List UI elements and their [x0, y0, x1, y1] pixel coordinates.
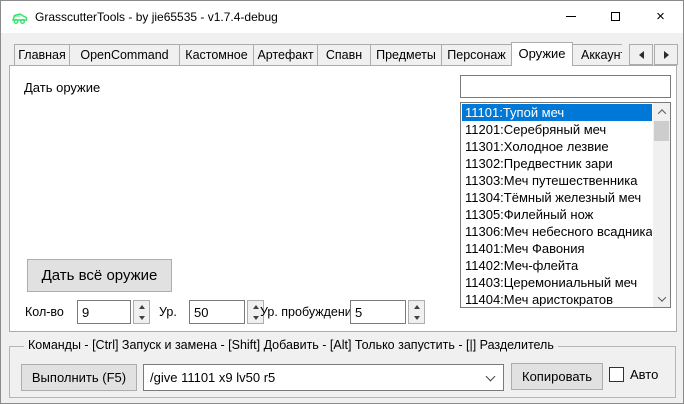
- weapon-list-scrollbar[interactable]: [653, 103, 670, 307]
- weapon-list-item[interactable]: 11402:Меч-флейта: [462, 257, 652, 274]
- weapon-list-item[interactable]: 11201:Серебряный меч: [462, 121, 652, 138]
- tab-5[interactable]: Предметы: [370, 44, 442, 65]
- count-input[interactable]: [77, 300, 131, 324]
- weapon-list-item[interactable]: 11305:Филейный нож: [462, 206, 652, 223]
- maximize-icon: [611, 12, 620, 21]
- command-text: /give 11101 x9 lv50 r5: [150, 365, 477, 390]
- spin-up-button[interactable]: [409, 301, 424, 312]
- title-bar: GrasscutterTools - by jie65535 - v1.7.4-…: [1, 1, 683, 33]
- give-all-weapons-button[interactable]: Дать всё оружие: [27, 259, 172, 292]
- tab-3[interactable]: Артефакт: [253, 44, 318, 65]
- weapon-filter-input[interactable]: [460, 75, 671, 98]
- auto-checkbox[interactable]: [609, 367, 624, 382]
- copy-command-button[interactable]: Копировать: [511, 363, 603, 390]
- tab-4[interactable]: Спавн: [317, 44, 371, 65]
- command-combobox[interactable]: /give 11101 x9 lv50 r5: [143, 364, 504, 391]
- refinement-input[interactable]: [350, 300, 406, 324]
- tab-8[interactable]: Аккаунт: [572, 44, 622, 65]
- arrow-right-icon: [664, 51, 669, 59]
- give-weapon-label: Дать оружие: [24, 80, 100, 95]
- level-label: Ур.: [159, 300, 177, 324]
- app-window: GrasscutterTools - by jie65535 - v1.7.4-…: [0, 0, 684, 404]
- level-stepper: [189, 300, 264, 324]
- weapon-list-item[interactable]: 11302:Предвестник зари: [462, 155, 652, 172]
- weapon-list-item[interactable]: 11301:Холодное лезвие: [462, 138, 652, 155]
- close-icon: ×: [656, 9, 665, 24]
- tab-7[interactable]: Оружие: [511, 42, 573, 66]
- refinement-spin-buttons: [408, 300, 425, 324]
- count-stepper: [77, 300, 150, 324]
- weapon-list-item[interactable]: 11401:Меч Фавония: [462, 240, 652, 257]
- spin-down-button[interactable]: [134, 312, 149, 323]
- spin-up-icon: [253, 305, 259, 309]
- minimize-button[interactable]: [548, 1, 593, 32]
- tab-scroll-left-button[interactable]: [629, 44, 653, 65]
- chevron-up-icon: [657, 109, 665, 117]
- weapon-params-row: Кол-во Ур. Ур. пробуждения: [10, 300, 676, 324]
- spin-up-icon: [414, 305, 420, 309]
- tab-0[interactable]: Главная: [14, 44, 70, 65]
- arrow-left-icon: [639, 51, 644, 59]
- weapon-list-item[interactable]: 11403:Церемониальный меч: [462, 274, 652, 291]
- maximize-button[interactable]: [593, 1, 638, 32]
- weapon-list-item[interactable]: 11303:Меч путешественника: [462, 172, 652, 189]
- refinement-label: Ур. пробуждения: [260, 300, 359, 324]
- spin-up-button[interactable]: [134, 301, 149, 312]
- weapon-list-item[interactable]: 11304:Тёмный железный меч: [462, 189, 652, 206]
- app-logo-icon: [11, 9, 28, 26]
- chevron-down-icon: [486, 372, 496, 382]
- spin-down-icon: [139, 316, 145, 320]
- weapon-list-item[interactable]: 11101:Тупой меч: [462, 104, 652, 121]
- spin-up-icon: [139, 305, 145, 309]
- window-title: GrasscutterTools - by jie65535 - v1.7.4-…: [35, 1, 278, 33]
- level-input[interactable]: [189, 300, 245, 324]
- tab-6[interactable]: Персонаж: [441, 44, 512, 65]
- spin-down-icon: [414, 316, 420, 320]
- scrollbar-thumb[interactable]: [654, 121, 669, 141]
- run-command-button[interactable]: Выполнить (F5): [21, 364, 137, 391]
- minimize-icon: [566, 16, 576, 17]
- auto-checkbox-label: Авто: [630, 364, 658, 385]
- weapon-list-item[interactable]: 11306:Меч небесного всадника: [462, 223, 652, 240]
- spin-down-button[interactable]: [409, 312, 424, 323]
- tab-1[interactable]: OpenCommand: [69, 44, 180, 65]
- close-button[interactable]: ×: [638, 1, 683, 32]
- tab-strip: ГлавнаяOpenCommandКастомноеАртефактСпавн…: [14, 42, 621, 66]
- count-label: Кол-во: [25, 300, 64, 324]
- spin-down-icon: [253, 316, 259, 320]
- weapon-tab-page: Дать оружие 11101:Тупой меч11201:Серебря…: [9, 65, 677, 332]
- commands-group-title: Команды - [Ctrl] Запуск и замена - [Shif…: [24, 338, 558, 352]
- weapon-list-rows: 11101:Тупой меч11201:Серебряный меч11301…: [462, 104, 652, 306]
- weapon-list: 11101:Тупой меч11201:Серебряный меч11301…: [460, 102, 671, 308]
- tab-scroll-right-button[interactable]: [654, 44, 678, 65]
- scroll-up-button[interactable]: [653, 103, 670, 120]
- count-spin-buttons: [133, 300, 150, 324]
- refinement-stepper: [350, 300, 425, 324]
- tab-scroll-buttons: [628, 44, 678, 65]
- tab-2[interactable]: Кастомное: [179, 44, 254, 65]
